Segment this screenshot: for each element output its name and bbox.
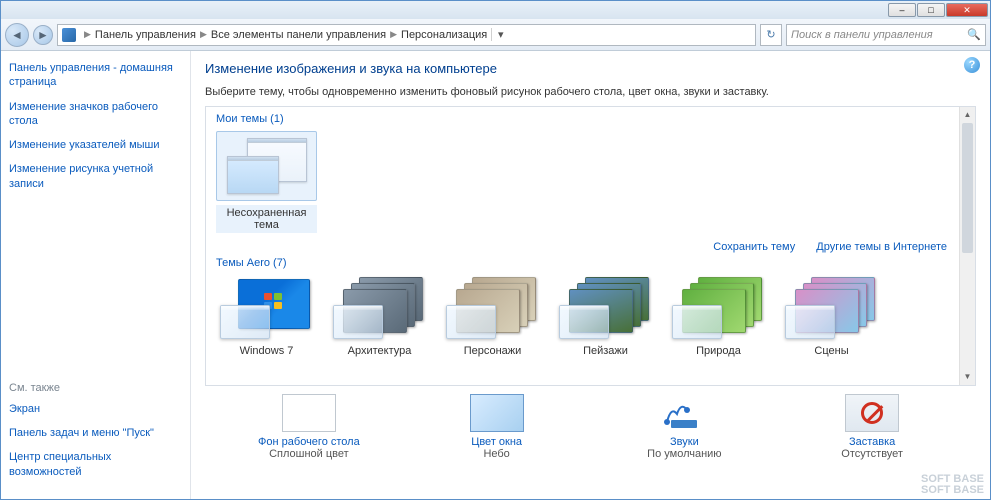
scrollbar[interactable]: ▲ ▼ <box>959 107 975 385</box>
breadcrumb-bar[interactable]: ▶ Панель управления ▶ Все элементы панел… <box>57 24 756 46</box>
option-desktop-background[interactable]: Фон рабочего стола Сплошной цвет <box>239 394 379 460</box>
sidebar: Панель управления - домашняя страница Из… <box>1 51 191 499</box>
option-window-color[interactable]: Цвет окна Небо <box>427 394 567 460</box>
theme-label: Сцены <box>781 345 882 357</box>
sidebar-link-account-picture[interactable]: Изменение рисунка учетной записи <box>9 162 182 191</box>
save-theme-link[interactable]: Сохранить тему <box>713 241 795 253</box>
scroll-up-button[interactable]: ▲ <box>960 107 975 123</box>
chevron-right-icon: ▶ <box>200 29 207 40</box>
option-title: Фон рабочего стола <box>239 436 379 448</box>
option-subtitle: Отсутствует <box>802 448 942 460</box>
themes-panel: ▲ ▼ Мои темы (1) Несохраненная тема Сохр… <box>205 106 976 386</box>
theme-label: Пейзажи <box>555 345 656 357</box>
refresh-button[interactable]: ↻ <box>760 24 782 46</box>
option-subtitle: Сплошной цвет <box>239 448 379 460</box>
scroll-down-button[interactable]: ▼ <box>960 369 975 385</box>
page-description: Выберите тему, чтобы одновременно измени… <box>205 86 976 98</box>
search-placeholder: Поиск в панели управления <box>791 29 933 41</box>
search-input[interactable]: Поиск в панели управления 🔍 <box>786 24 986 46</box>
theme-thumbnail <box>555 275 656 345</box>
address-toolbar: ◄ ► ▶ Панель управления ▶ Все элементы п… <box>1 19 990 51</box>
sidebar-link-mouse-pointers[interactable]: Изменение указателей мыши <box>9 138 182 152</box>
breadcrumb-item[interactable]: Панель управления <box>95 29 196 41</box>
option-subtitle: Небо <box>427 448 567 460</box>
sidebar-link-home[interactable]: Панель управления - домашняя страница <box>9 61 182 90</box>
other-themes-link[interactable]: Другие темы в Интернете <box>816 241 947 253</box>
theme-thumbnail <box>329 275 430 345</box>
theme-thumbnail <box>216 131 317 201</box>
theme-thumbnail <box>781 275 882 345</box>
option-subtitle: По умолчанию <box>614 448 754 460</box>
maximize-button[interactable]: □ <box>917 3 945 17</box>
back-button[interactable]: ◄ <box>5 23 29 47</box>
option-title: Заставка <box>802 436 942 448</box>
screensaver-icon <box>845 394 899 432</box>
personalization-options: Фон рабочего стола Сплошной цвет Цвет ок… <box>205 386 976 460</box>
close-button[interactable]: ✕ <box>946 3 988 17</box>
breadcrumb-item[interactable]: Все элементы панели управления <box>211 29 386 41</box>
option-title: Звуки <box>614 436 754 448</box>
theme-label: Персонажи <box>442 345 543 357</box>
theme-item-scenes[interactable]: Сцены <box>781 275 882 357</box>
breadcrumb-item[interactable]: Персонализация <box>401 29 487 41</box>
scroll-thumb[interactable] <box>962 123 973 253</box>
control-panel-icon <box>62 28 76 42</box>
theme-item-characters[interactable]: Персонажи <box>442 275 543 357</box>
theme-thumbnail <box>216 275 317 345</box>
theme-label: Природа <box>668 345 769 357</box>
sidebar-link-display[interactable]: Экран <box>9 402 182 416</box>
theme-item-nature[interactable]: Природа <box>668 275 769 357</box>
help-icon[interactable]: ? <box>964 57 980 73</box>
window-titlebar: – □ ✕ <box>1 1 990 19</box>
option-title: Цвет окна <box>427 436 567 448</box>
theme-label: Архитектура <box>329 345 430 357</box>
watermark: SOFT BASE SOFT BASE <box>921 474 984 497</box>
sounds-icon <box>657 394 711 432</box>
sidebar-link-desktop-icons[interactable]: Изменение значков рабочего стола <box>9 100 182 129</box>
desktop-background-icon <box>282 394 336 432</box>
option-sounds[interactable]: Звуки По умолчанию <box>614 394 754 460</box>
minimize-button[interactable]: – <box>888 3 916 17</box>
sidebar-link-ease-of-access[interactable]: Центр специальных возможностей <box>9 450 182 479</box>
chevron-right-icon: ▶ <box>84 29 91 40</box>
sidebar-link-taskbar[interactable]: Панель задач и меню "Пуск" <box>9 426 182 440</box>
window-color-icon <box>470 394 524 432</box>
theme-item-architecture[interactable]: Архитектура <box>329 275 430 357</box>
theme-item-unsaved[interactable]: Несохраненная тема <box>216 131 317 233</box>
theme-actions: Сохранить тему Другие темы в Интернете <box>216 241 947 253</box>
chevron-right-icon: ▶ <box>390 29 397 40</box>
theme-label: Windows 7 <box>216 345 317 357</box>
search-icon: 🔍 <box>967 28 981 41</box>
theme-item-landscapes[interactable]: Пейзажи <box>555 275 656 357</box>
forward-button[interactable]: ► <box>33 25 53 45</box>
theme-label: Несохраненная тема <box>216 205 317 233</box>
see-also-heading: См. также <box>9 382 182 394</box>
address-dropdown[interactable]: ▾ <box>491 28 509 41</box>
my-themes-heading: Мои темы (1) <box>216 113 965 125</box>
content-pane: ? Изменение изображения и звука на компь… <box>191 51 990 499</box>
page-title: Изменение изображения и звука на компьют… <box>205 61 976 76</box>
theme-thumbnail <box>668 275 769 345</box>
theme-item-windows7[interactable]: Windows 7 <box>216 275 317 357</box>
aero-themes-heading: Темы Aero (7) <box>216 257 965 269</box>
option-screensaver[interactable]: Заставка Отсутствует <box>802 394 942 460</box>
theme-thumbnail <box>442 275 543 345</box>
